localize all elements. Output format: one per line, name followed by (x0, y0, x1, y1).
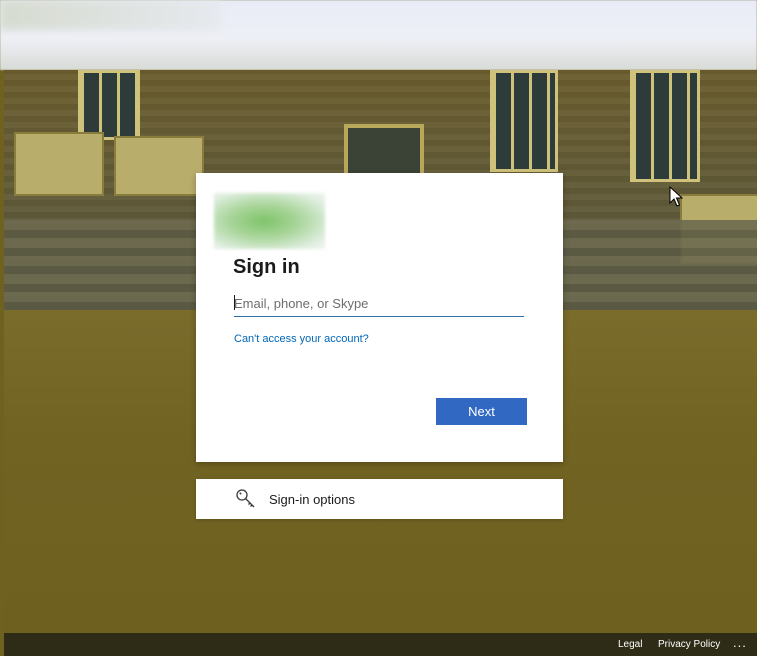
page-footer: Legal Privacy Policy ... (4, 633, 757, 656)
next-button[interactable]: Next (436, 398, 527, 425)
building-window (490, 70, 558, 172)
notice-board (14, 132, 104, 196)
notice-board (114, 136, 204, 196)
email-field[interactable] (234, 290, 524, 317)
text-caret (234, 295, 235, 310)
key-icon (235, 488, 257, 510)
signin-options-button[interactable]: Sign-in options (196, 479, 563, 519)
cant-access-account-link[interactable]: Can't access your account? (234, 333, 369, 345)
browser-top-blur (0, 0, 757, 70)
signin-options-label: Sign-in options (269, 492, 355, 507)
page-title: Sign in (233, 256, 300, 278)
building-window (630, 70, 700, 182)
legal-link[interactable]: Legal (618, 639, 642, 650)
signin-card: Sign in Can't access your account? Next (196, 173, 563, 462)
blurred-tab-area (0, 0, 220, 30)
company-logo (214, 193, 325, 249)
privacy-policy-link[interactable]: Privacy Policy (658, 639, 720, 650)
more-options-icon[interactable]: ... (733, 635, 747, 650)
mouse-cursor-icon (669, 186, 683, 207)
building-window (78, 70, 140, 140)
